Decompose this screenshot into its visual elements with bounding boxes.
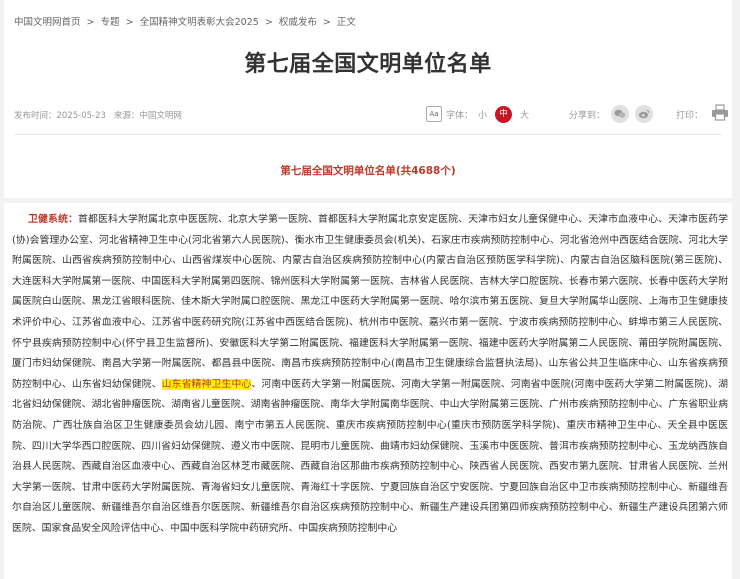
- list-subtitle: 第七届全国文明单位名单(共4688个): [280, 165, 456, 177]
- print-controls: 打印：: [676, 104, 729, 124]
- unit-list-paragraph: 卫健系统：首都医科大学附属北京中医医院、北京大学第一医院、首都医科大学附属北京安…: [12, 210, 728, 540]
- page-title: 第七届全国文明单位名单: [244, 52, 492, 77]
- weibo-icon[interactable]: [635, 105, 654, 123]
- breadcrumb: 中国文明网首页 > 专题 > 全国精神文明表彰大会2025 > 权威发布 > 正…: [14, 14, 356, 28]
- unit-list-text: 首都医科大学附属北京中医医院、北京大学第一医院、首都医科大学附属北京安定医院、天…: [12, 214, 728, 390]
- article-source: 来源：中国文明网: [113, 111, 182, 121]
- breadcrumb-separator: >: [322, 17, 331, 28]
- breadcrumb-separator: >: [86, 17, 95, 28]
- breadcrumb-conference-link[interactable]: 全国精神文明表彰大会2025: [140, 17, 259, 28]
- font-size-icon: Aa: [426, 106, 442, 122]
- article-header: 中国文明网首页 > 专题 > 全国精神文明表彰大会2025 > 权威发布 > 正…: [4, 0, 732, 198]
- article-meta: 发布时间：2025-05-23 来源：中国文明网: [14, 109, 182, 121]
- share-controls: 分享到：: [569, 104, 654, 124]
- wechat-icon[interactable]: [611, 105, 630, 123]
- category-label: 卫健系统：: [28, 214, 79, 225]
- print-label: 打印：: [676, 110, 704, 121]
- unit-list-text-continued: 、河南中医药大学第一附属医院、河南大学第一附属医院、河南省中医院(河南中医药大学…: [12, 378, 728, 534]
- font-size-label: 字体：: [446, 110, 474, 121]
- share-label: 分享到：: [569, 110, 606, 121]
- font-size-controls: Aa 字体： 小 中 大: [426, 104, 534, 124]
- header-divider: [14, 134, 722, 135]
- breadcrumb-current: 正文: [336, 17, 356, 28]
- printer-icon[interactable]: [711, 104, 729, 124]
- breadcrumb-home-link[interactable]: 中国文明网首页: [14, 17, 81, 28]
- highlighted-unit: 山东省精神卫生中心: [161, 378, 252, 390]
- article-body: 卫健系统：首都医科大学附属北京中医医院、北京大学第一医院、首都医科大学附属北京安…: [4, 203, 732, 579]
- breadcrumb-release-link[interactable]: 权威发布: [279, 17, 317, 28]
- breadcrumb-separator: >: [125, 17, 134, 28]
- publish-time: 发布时间：2025-05-23: [14, 111, 106, 121]
- font-size-small-button[interactable]: 小: [478, 108, 487, 121]
- breadcrumb-separator: >: [264, 17, 273, 28]
- font-size-medium-button[interactable]: 中: [495, 105, 513, 123]
- breadcrumb-topics-link[interactable]: 专题: [101, 17, 120, 28]
- font-size-large-button[interactable]: 大: [520, 108, 529, 121]
